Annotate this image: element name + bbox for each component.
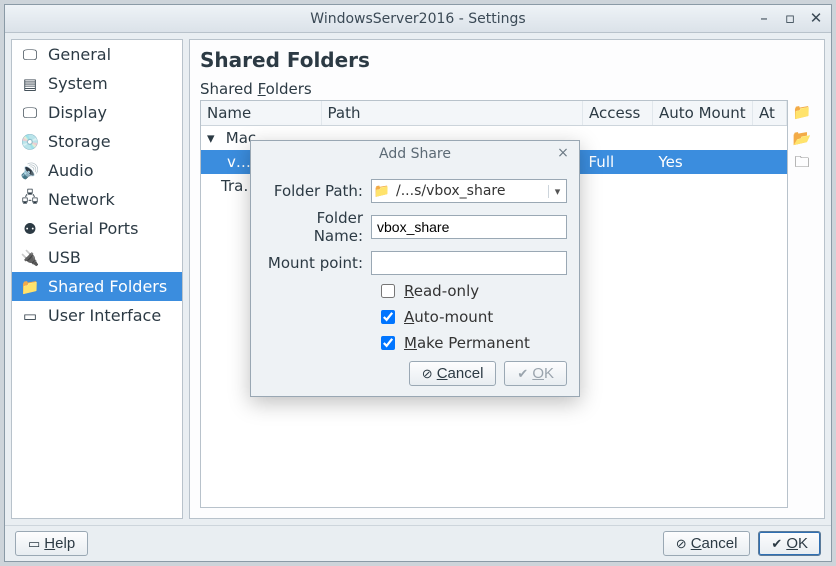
titlebar: WindowsServer2016 - Settings – ▫ ✕ — [5, 5, 831, 33]
sidebar-item-label: User Interface — [48, 306, 161, 325]
label-permanent: Make Permanent — [404, 334, 530, 352]
row-folder-name: Folder Name: — [263, 209, 567, 245]
cancel-icon: ⊘ — [676, 536, 687, 552]
ui-icon: ▭ — [20, 307, 40, 325]
sidebar-item-shared-folders[interactable]: 📁 Shared Folders — [12, 272, 182, 301]
help-button[interactable]: ▭ Help — [15, 531, 88, 556]
page-title: Shared Folders — [200, 48, 814, 72]
footer: ▭ Help ⊘ Cancel ✔ OK — [5, 525, 831, 561]
cancel-icon: ⊘ — [422, 366, 433, 382]
folder-name-input[interactable] — [371, 215, 567, 239]
dialog-close-button[interactable]: × — [555, 145, 571, 161]
sidebar-item-label: Serial Ports — [48, 219, 138, 238]
cancel-button[interactable]: ⊘ Cancel — [663, 531, 751, 556]
disk-icon: 💿 — [20, 133, 40, 151]
speaker-icon: 🔊 — [20, 162, 40, 180]
row-mount-point: Mount point: — [263, 251, 567, 275]
mount-point-input[interactable] — [371, 251, 567, 275]
remove-share-button[interactable]: 🗀 — [792, 154, 812, 174]
edit-share-button[interactable]: 📂 — [792, 128, 812, 148]
sidebar-item-user-interface[interactable]: ▭ User Interface — [12, 301, 182, 330]
window-controls: – ▫ ✕ — [755, 9, 825, 27]
sidebar-item-label: Display — [48, 103, 107, 122]
monitor-icon: 🖵 — [20, 46, 40, 64]
cell-at — [753, 150, 787, 174]
cell-automount: Yes — [653, 150, 753, 174]
port-icon: ⚉ — [20, 220, 40, 238]
sidebar-item-label: System — [48, 74, 108, 93]
display-icon: 🖵 — [20, 104, 40, 122]
sidebar-item-label: Audio — [48, 161, 93, 180]
help-icon: ▭ — [28, 536, 40, 552]
sidebar-item-serial-ports[interactable]: ⚉ Serial Ports — [12, 214, 182, 243]
chevron-down-icon: ▾ — [207, 129, 221, 147]
label-automount: Auto-mount — [404, 308, 493, 326]
sidebar-item-general[interactable]: 🖵 General — [12, 40, 182, 69]
sidebar-item-display[interactable]: 🖵 Display — [12, 98, 182, 127]
col-path[interactable]: Path — [321, 101, 583, 126]
dialog-ok-button[interactable]: ✔ OK — [504, 361, 567, 386]
window-title: WindowsServer2016 - Settings — [310, 11, 525, 27]
sidebar-item-label: Shared Folders — [48, 277, 167, 296]
chip-icon: ▤ — [20, 75, 40, 93]
folder-add-icon: 📁 — [793, 103, 812, 121]
label-mount-point: Mount point: — [263, 254, 363, 272]
check-icon: ✔ — [771, 536, 782, 552]
chevron-down-icon[interactable]: ▾ — [548, 185, 566, 198]
sidebar-item-storage[interactable]: 💿 Storage — [12, 127, 182, 156]
folder-edit-icon: 📂 — [793, 129, 812, 147]
col-name[interactable]: Name — [201, 101, 321, 126]
readonly-checkbox[interactable] — [381, 284, 395, 298]
dialog-body: Folder Path: 📁 /...s/vbox_share ▾ Folder… — [251, 167, 579, 396]
section-label: Shared Folders — [200, 80, 814, 98]
maximize-button[interactable]: ▫ — [781, 9, 799, 27]
row-readonly: Read-only — [377, 281, 567, 301]
dialog-title: Add Share — [379, 146, 451, 162]
sidebar-item-usb[interactable]: 🔌 USB — [12, 243, 182, 272]
add-share-button[interactable]: 📁 — [792, 102, 812, 122]
table-header-row: Name Path Access Auto Mount At — [201, 101, 787, 126]
col-automount[interactable]: Auto Mount — [653, 101, 753, 126]
network-icon: 🖧 — [20, 191, 40, 209]
col-access[interactable]: Access — [583, 101, 653, 126]
automount-checkbox[interactable] — [381, 310, 395, 324]
sidebar-item-label: Network — [48, 190, 115, 209]
sidebar-item-audio[interactable]: 🔊 Audio — [12, 156, 182, 185]
settings-sidebar: 🖵 General ▤ System 🖵 Display 💿 Storage 🔊… — [11, 39, 183, 519]
folder-remove-icon: 🗀 — [794, 152, 809, 177]
minimize-button[interactable]: – — [755, 9, 773, 27]
col-at[interactable]: At — [753, 101, 787, 126]
folder-path-combo[interactable]: 📁 /...s/vbox_share ▾ — [371, 179, 567, 203]
row-permanent: Make Permanent — [377, 333, 567, 353]
sidebar-item-label: General — [48, 45, 111, 64]
label-folder-name: Folder Name: — [263, 209, 363, 245]
sidebar-item-network[interactable]: 🖧 Network — [12, 185, 182, 214]
folder-icon: 📁 — [20, 278, 40, 296]
table-side-actions: 📁 📂 🗀 — [792, 100, 814, 508]
permanent-checkbox[interactable] — [381, 336, 395, 350]
folder-icon: 📁 — [372, 184, 392, 199]
ok-button[interactable]: ✔ OK — [758, 531, 821, 556]
close-icon: × — [557, 145, 569, 161]
label-readonly: Read-only — [404, 282, 479, 300]
sidebar-item-label: USB — [48, 248, 81, 267]
dialog-titlebar: Add Share × — [251, 141, 579, 167]
row-automount: Auto-mount — [377, 307, 567, 327]
usb-icon: 🔌 — [20, 249, 40, 267]
sidebar-item-system[interactable]: ▤ System — [12, 69, 182, 98]
folder-path-value: /...s/vbox_share — [392, 183, 548, 199]
cell-access: Full — [583, 150, 653, 174]
close-button[interactable]: ✕ — [807, 9, 825, 27]
label-folder-path: Folder Path: — [263, 182, 363, 200]
check-icon: ✔ — [517, 366, 528, 382]
add-share-dialog: Add Share × Folder Path: 📁 /...s/vbox_sh… — [250, 140, 580, 397]
sidebar-item-label: Storage — [48, 132, 111, 151]
dialog-cancel-button[interactable]: ⊘ Cancel — [409, 361, 497, 386]
row-folder-path: Folder Path: 📁 /...s/vbox_share ▾ — [263, 179, 567, 203]
dialog-actions: ⊘ Cancel ✔ OK — [263, 361, 567, 386]
